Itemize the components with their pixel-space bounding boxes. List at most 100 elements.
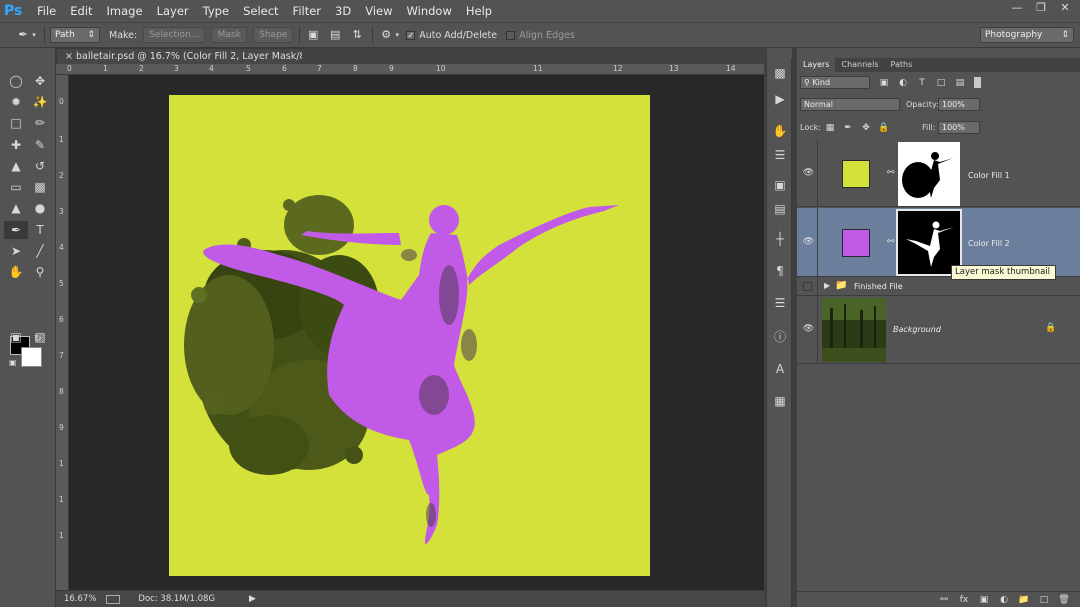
new-layer-icon[interactable]: □ xyxy=(1038,594,1050,606)
blend-mode-dropdown[interactable]: Normal xyxy=(800,98,900,111)
menu-image[interactable]: Image xyxy=(100,0,150,22)
menu-edit[interactable]: Edit xyxy=(63,0,99,22)
document-tab[interactable]: × balletair.psd @ 16.7% (Color Fill 2, L… xyxy=(56,48,317,64)
layer-filter-dropdown[interactable]: ⚲ Kind xyxy=(800,76,870,89)
chain-link-icon[interactable]: ⚯ xyxy=(887,168,895,178)
menu-file[interactable]: File xyxy=(30,0,63,22)
make-mask-button[interactable]: Mask xyxy=(211,27,248,43)
link-layers-icon[interactable]: ⚯ xyxy=(938,594,950,606)
path-arrangement-icon[interactable]: ⇅ xyxy=(350,28,364,42)
zoom-level[interactable]: 16.67% xyxy=(64,594,96,604)
healing-brush-tool-icon[interactable]: ✚ xyxy=(4,136,28,154)
tool-presets-icon[interactable]: ✋ xyxy=(771,122,789,140)
new-group-icon[interactable]: 📁 xyxy=(1018,594,1030,606)
fx-icon[interactable]: fx xyxy=(958,594,970,606)
crop-tool-icon[interactable]: □ xyxy=(4,114,28,132)
close-icon[interactable]: ✕ xyxy=(1056,2,1074,15)
adjustments-icon[interactable]: ☰ xyxy=(771,146,789,164)
zoom-tool-icon[interactable]: ⚲ xyxy=(28,263,52,281)
lasso-tool-icon[interactable]: ✹ xyxy=(4,93,28,111)
layer-name[interactable]: Background xyxy=(893,325,941,334)
filter-shape-icon[interactable]: □ xyxy=(934,77,948,89)
pen-tool-preset-icon[interactable]: ✒ xyxy=(16,28,30,42)
tab-layers[interactable]: Layers xyxy=(797,58,836,72)
layer-group-finished-file[interactable]: ▶ 📁 Finished File xyxy=(797,278,1080,296)
character-icon[interactable]: A xyxy=(771,360,789,378)
brush-tool-icon[interactable]: ✎ xyxy=(28,136,52,154)
move-tool-icon[interactable]: ✥ xyxy=(28,72,52,90)
path-selection-tool-icon[interactable]: ➤ xyxy=(4,242,28,260)
eyedropper-tool-icon[interactable]: ✏ xyxy=(28,114,52,132)
layer-row-background[interactable]: 👁 Background 🔒 xyxy=(797,297,1080,364)
tab-channels[interactable]: Channels xyxy=(835,58,884,72)
menu-filter[interactable]: Filter xyxy=(286,0,328,22)
lock-transparency-icon[interactable]: ▦ xyxy=(823,122,837,134)
menu-view[interactable]: View xyxy=(358,0,399,22)
status-menu-arrow-icon[interactable]: ▶ xyxy=(249,594,256,604)
dodge-tool-icon[interactable]: ● xyxy=(28,199,52,217)
opacity-input[interactable]: 100% xyxy=(938,98,980,111)
horizontal-ruler[interactable]: 0 1 2 3 4 5 6 7 8 9 10 11 12 13 14 xyxy=(56,64,764,75)
menu-type[interactable]: Type xyxy=(196,0,236,22)
magic-wand-tool-icon[interactable]: ✨ xyxy=(28,93,52,111)
line-tool-icon[interactable]: ╱ xyxy=(28,242,52,260)
adjustment-layer-icon[interactable]: ◐ xyxy=(998,594,1010,606)
path-alignment-icon[interactable]: ▤ xyxy=(328,28,342,42)
info-icon[interactable]: ⓘ xyxy=(771,328,789,346)
lock-image-icon[interactable]: ✒ xyxy=(841,122,855,134)
clone-stamp-tool-icon[interactable]: ▲ xyxy=(4,157,28,175)
make-shape-button[interactable]: Shape xyxy=(253,27,294,43)
filter-toggle-icon[interactable] xyxy=(974,77,981,88)
zoom-nav-icon[interactable] xyxy=(106,594,121,604)
gear-icon[interactable]: ⚙ xyxy=(379,28,393,42)
menu-3d[interactable]: 3D xyxy=(328,0,358,22)
chevron-down-icon[interactable]: ▾ xyxy=(393,28,401,42)
close-tab-icon[interactable]: × xyxy=(65,51,73,62)
document-canvas[interactable] xyxy=(169,95,650,576)
make-selection-button[interactable]: Selection... xyxy=(143,27,206,43)
tab-paths[interactable]: Paths xyxy=(885,58,919,72)
layer-mask-thumb[interactable] xyxy=(898,142,960,206)
menu-help[interactable]: Help xyxy=(459,0,499,22)
layer-name[interactable]: Color Fill 2 xyxy=(968,239,1010,248)
path-operations-icon[interactable]: ▣ xyxy=(306,28,320,42)
clone-source-icon[interactable]: ▣ xyxy=(771,176,789,194)
lock-all-icon[interactable]: 🔒 xyxy=(877,122,891,134)
minimize-icon[interactable]: — xyxy=(1008,2,1026,15)
eye-icon[interactable]: 👁 xyxy=(802,168,815,178)
pen-tool-icon[interactable]: ✒ xyxy=(4,221,28,239)
actions-play-icon[interactable]: ▶ xyxy=(771,90,789,108)
fill-swatch-thumb[interactable] xyxy=(842,160,870,188)
chevron-down-icon[interactable]: ▾ xyxy=(30,28,38,42)
layer-name[interactable]: Color Fill 1 xyxy=(968,171,1010,180)
menu-select[interactable]: Select xyxy=(236,0,285,22)
brush-panel-icon[interactable]: ▩ xyxy=(771,64,789,82)
align-edges-checkbox[interactable] xyxy=(506,30,516,40)
lock-position-icon[interactable]: ✥ xyxy=(859,122,873,134)
menu-layer[interactable]: Layer xyxy=(150,0,196,22)
visibility-empty-box[interactable] xyxy=(803,282,812,291)
filter-type-icon[interactable]: T xyxy=(915,77,929,89)
layer-name[interactable]: Finished File xyxy=(854,282,903,291)
styles-icon[interactable]: ▤ xyxy=(771,200,789,218)
screen-mode-icon[interactable]: ▧ xyxy=(28,328,52,346)
background-color-swatch[interactable] xyxy=(21,347,42,367)
fill-swatch-thumb[interactable] xyxy=(842,229,870,257)
trash-icon[interactable]: 🗑 xyxy=(1058,594,1070,606)
add-mask-icon[interactable]: ▣ xyxy=(978,594,990,606)
hand-tool-icon[interactable]: ✋ xyxy=(4,263,28,281)
properties-icon[interactable]: ▦ xyxy=(771,392,789,410)
navigator-icon[interactable]: ┼ xyxy=(771,230,789,248)
auto-add-delete-checkbox[interactable]: ✓ xyxy=(406,30,416,40)
restore-icon[interactable]: ❐ xyxy=(1032,2,1050,15)
gradient-tool-icon[interactable]: ▩ xyxy=(28,178,52,196)
history-icon[interactable]: ☰ xyxy=(771,294,789,312)
chain-link-icon[interactable]: ⚯ xyxy=(887,237,895,247)
eraser-tool-icon[interactable]: ▭ xyxy=(4,178,28,196)
quick-mask-icon[interactable]: ▣ xyxy=(4,328,28,346)
eye-icon[interactable]: 👁 xyxy=(802,237,815,247)
canvas-workspace[interactable] xyxy=(69,75,764,590)
type-tool-icon[interactable]: T xyxy=(28,221,52,239)
background-thumb[interactable] xyxy=(822,298,886,362)
eye-icon[interactable]: 👁 xyxy=(802,324,815,334)
